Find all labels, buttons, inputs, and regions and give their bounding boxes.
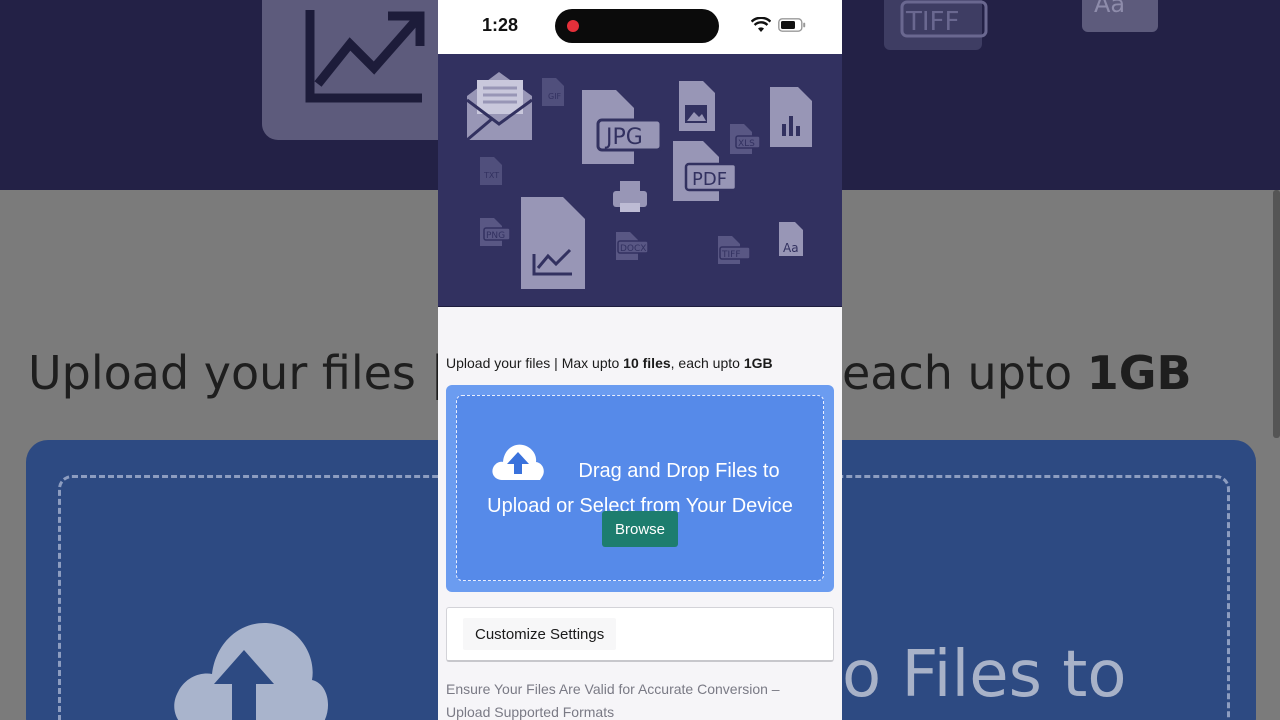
bg-upload-text: Upload your files | (28, 346, 446, 400)
max-files: 10 files (623, 355, 671, 371)
svg-text:PNG: PNG (486, 231, 505, 241)
bg-chart-tile (262, 0, 454, 140)
xls-file-icon: XLS (730, 124, 761, 154)
dynamic-island (555, 9, 719, 43)
browse-button[interactable]: Browse (602, 511, 678, 547)
phone-screen: 1:28 GIF JPG XLS PDF TXT PNG DOCX TIFF A… (438, 0, 842, 720)
hero-banner: GIF JPG XLS PDF TXT PNG DOCX TIFF Aa (438, 54, 842, 307)
max-size: 1GB (743, 355, 773, 371)
png-file-icon: PNG (480, 218, 511, 246)
bg-drop-text: o Files to (842, 638, 1127, 712)
bg-scrollbar (1273, 190, 1280, 438)
bg-cloud-upload-icon (168, 614, 332, 720)
bg-tiff-icon: TIFF (882, 0, 988, 60)
jpg-file-icon: JPG (582, 90, 663, 164)
file-type-illustration: GIF JPG XLS PDF TXT PNG DOCX TIFF Aa (466, 72, 812, 289)
svg-text:DOCX: DOCX (620, 244, 646, 254)
svg-text:TXT: TXT (483, 171, 499, 180)
chart-file-icon (770, 87, 812, 147)
image-file-icon (679, 81, 715, 131)
upload-limits-text: Upload your files | Max upto 10 files, e… (446, 355, 773, 371)
envelope-icon (466, 72, 533, 142)
svg-text:Aa: Aa (783, 241, 799, 255)
upload-mid: , each upto (670, 355, 744, 371)
status-time: 1:28 (482, 15, 519, 35)
svg-text:JPG: JPG (604, 125, 643, 150)
wifi-icon (751, 17, 771, 32)
font-file-icon: Aa (779, 222, 803, 256)
svg-text:PDF: PDF (692, 169, 727, 190)
svg-text:Aa: Aa (1094, 0, 1125, 18)
dropzone-line1: Drag and Drop Files to (578, 460, 780, 482)
printer-icon (613, 181, 647, 212)
svg-text:TIFF: TIFF (905, 7, 959, 37)
dropzone[interactable]: Drag and Drop Files to Upload or Select … (446, 385, 834, 592)
recording-indicator-icon (567, 20, 579, 32)
supported-formats-note: Ensure Your Files Are Valid for Accurate… (446, 681, 780, 720)
customize-settings-button[interactable]: Customize Settings (463, 618, 617, 650)
upload-intro: Upload your files | Max upto (446, 355, 624, 371)
svg-text:XLS: XLS (738, 139, 755, 149)
customize-settings-panel: Customize Settings (446, 607, 834, 662)
tiff-file-icon: TIFF (718, 236, 751, 264)
dropzone-area[interactable]: Drag and Drop Files to Upload or Select … (456, 395, 824, 581)
pdf-file-icon: PDF (673, 141, 738, 201)
gif-file-icon: GIF (542, 78, 564, 106)
bg-font-icon: Aa (1082, 0, 1158, 32)
battery-icon (778, 18, 806, 32)
svg-text:GIF: GIF (548, 92, 562, 101)
line-chart-file-icon (521, 197, 585, 289)
svg-text:TIFF: TIFF (721, 250, 741, 260)
bg-upload-text-right: each upto 1GB (842, 346, 1192, 400)
status-bar: 1:28 (438, 0, 842, 54)
docx-file-icon: DOCX (616, 232, 649, 260)
txt-file-icon: TXT (480, 157, 502, 185)
